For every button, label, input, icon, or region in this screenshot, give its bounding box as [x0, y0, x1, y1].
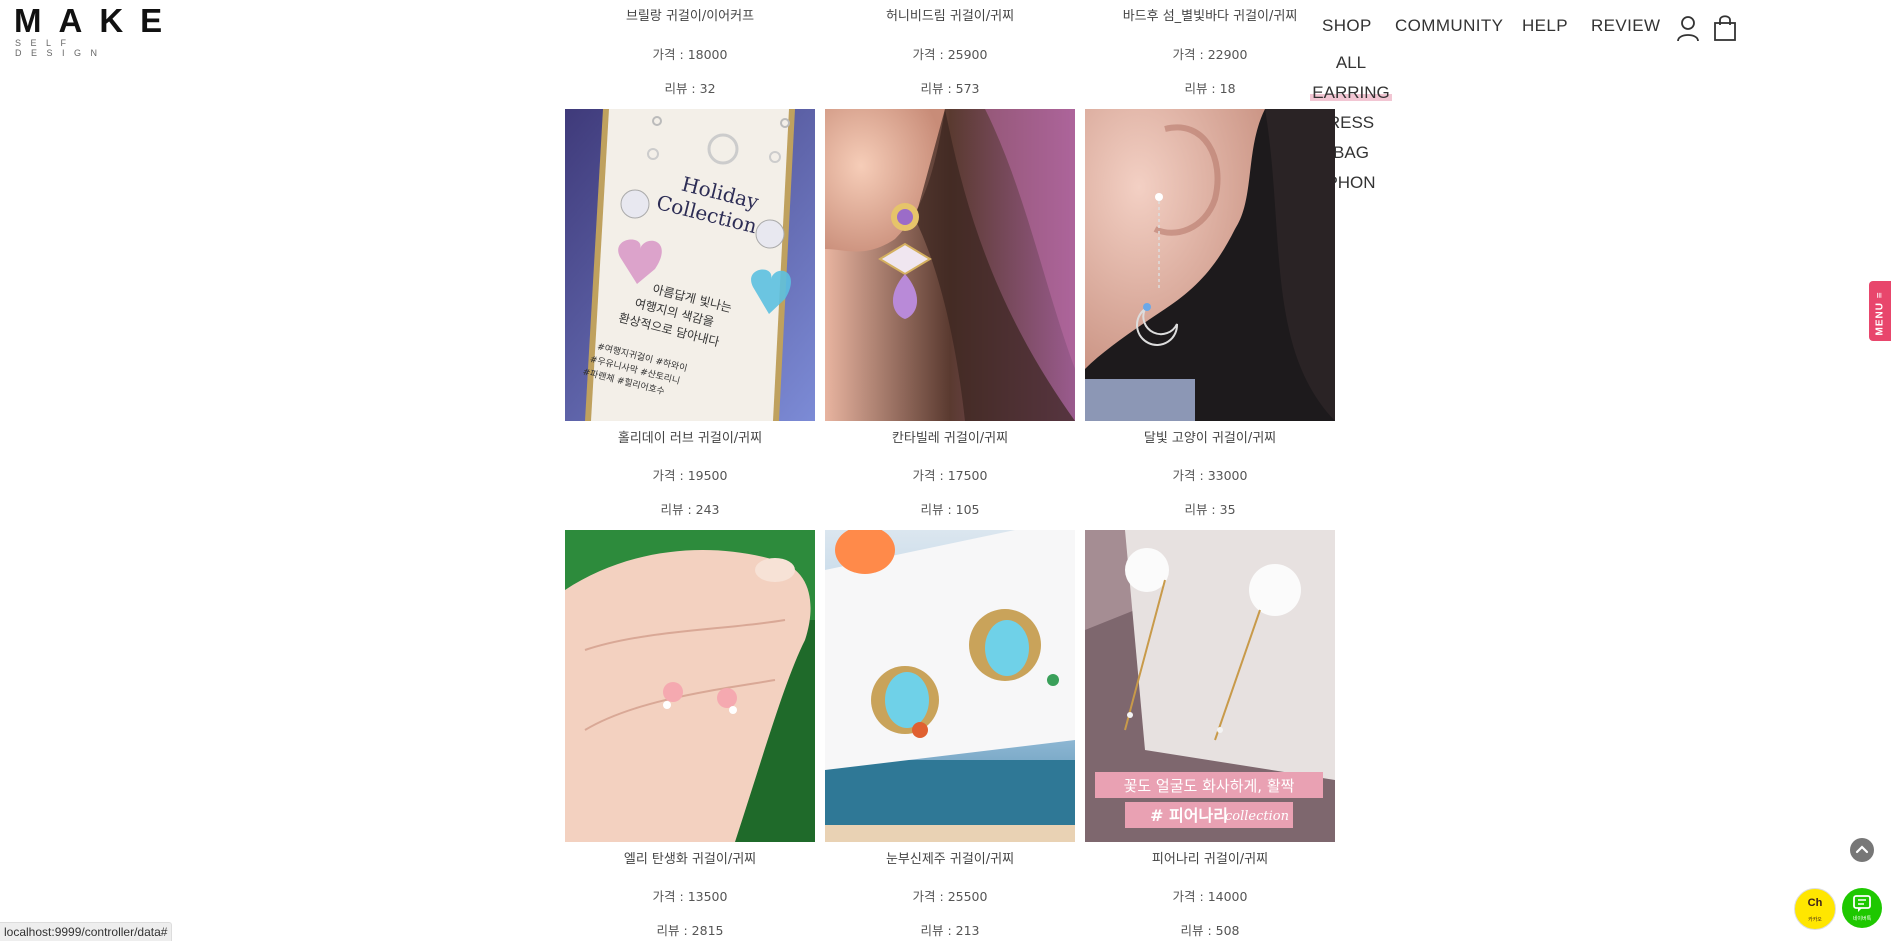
pieonari-banner-line3: collection	[1225, 809, 1289, 824]
nav-review[interactable]: REVIEW	[1591, 16, 1660, 36]
product-review-count: 리뷰 : 573	[920, 81, 980, 96]
product-name[interactable]: 홀리데이 러브 귀걸이/귀찌	[545, 427, 835, 446]
side-menu-tab[interactable]: MENU ≡	[1869, 281, 1891, 341]
product-price: 가격 : 25500	[912, 889, 988, 904]
kakao-channel-label: 카카오	[1808, 917, 1822, 923]
product-price: 가격 : 13500	[652, 889, 728, 904]
product-image-moonlight-cat[interactable]	[1085, 109, 1335, 421]
side-menu-label: MENU ≡	[1874, 291, 1886, 336]
product-review-count: 리뷰 : 32	[664, 81, 716, 96]
product-image-jeju[interactable]	[825, 530, 1075, 842]
kakao-channel-button[interactable]: Ch 카카오	[1794, 888, 1836, 930]
product-review-count: 리뷰 : 213	[920, 923, 980, 938]
logo-word: MAKE	[14, 2, 180, 39]
product-price: 가격 : 25900	[912, 47, 988, 62]
product-image-cantabile[interactable]	[825, 109, 1075, 421]
product-name[interactable]: 피어나리 귀걸이/귀찌	[1065, 848, 1355, 867]
pieonari-banner-line2: # 피어나리	[1150, 806, 1228, 825]
product-name[interactable]: 브릴랑 귀걸이/이어커프	[545, 5, 835, 24]
product-review-count: 리뷰 : 35	[1184, 502, 1236, 517]
dropdown-label: EARRING	[1312, 83, 1390, 102]
product-name[interactable]: 칸타빌레 귀걸이/귀찌	[805, 427, 1095, 446]
product-review-count: 리뷰 : 508	[1180, 923, 1240, 938]
nav-community[interactable]: COMMUNITY	[1395, 16, 1503, 36]
product-image-elly-birthflower[interactable]	[565, 530, 815, 842]
shopping-bag-icon[interactable]	[1712, 14, 1738, 42]
site-logo[interactable]: MAKE SELF DESIGN	[14, 2, 180, 59]
browser-status-bar: localhost:9999/controller/data#	[0, 922, 173, 941]
product-price: 가격 : 18000	[652, 47, 728, 62]
product-price: 가격 : 22900	[1172, 47, 1248, 62]
chevron-up-icon	[1855, 845, 1869, 854]
product-review-count: 리뷰 : 105	[920, 502, 980, 517]
product-image-pieonari[interactable]: 꽃도 얼굴도 화사하게, 활짝 # 피어나리 collection	[1085, 530, 1335, 842]
product-price: 가격 : 17500	[912, 468, 988, 483]
product-image-holiday-love[interactable]: Holiday Collection 아름답게 빛나는 여행지의 색감을 환상적…	[565, 109, 815, 421]
dropdown-label: BAG	[1333, 143, 1369, 162]
product-price: 가격 : 14000	[1172, 889, 1248, 904]
product-review-count: 리뷰 : 243	[660, 502, 720, 517]
product-price: 가격 : 33000	[1172, 468, 1248, 483]
logo-subtitle: SELF DESIGN	[15, 38, 107, 58]
product-name[interactable]: 허니비드림 귀걸이/귀찌	[805, 5, 1095, 24]
naver-talk-button[interactable]: 네이버톡	[1842, 888, 1882, 928]
kakao-channel-badge: Ch	[1807, 897, 1823, 909]
product-name[interactable]: 바드후 섬_별빛바다 귀걸이/귀찌	[1065, 5, 1355, 24]
dropdown-item-earring[interactable]: EARRING	[1310, 78, 1392, 108]
product-review-count: 리뷰 : 2815	[656, 923, 724, 938]
product-name[interactable]: 눈부신제주 귀걸이/귀찌	[805, 848, 1095, 867]
naver-talk-label: 네이버톡	[1852, 916, 1872, 922]
product-name[interactable]: 엘리 탄생화 귀걸이/귀찌	[545, 848, 835, 867]
scroll-top-button[interactable]	[1850, 838, 1874, 862]
user-icon[interactable]	[1675, 14, 1701, 42]
chat-bubble-icon	[1853, 895, 1871, 912]
product-name[interactable]: 달빛 고양이 귀걸이/귀찌	[1065, 427, 1355, 446]
pieonari-banner-line1: 꽃도 얼굴도 화사하게, 활짝	[1124, 777, 1295, 795]
nav-help[interactable]: HELP	[1522, 16, 1568, 36]
product-price: 가격 : 19500	[652, 468, 728, 483]
